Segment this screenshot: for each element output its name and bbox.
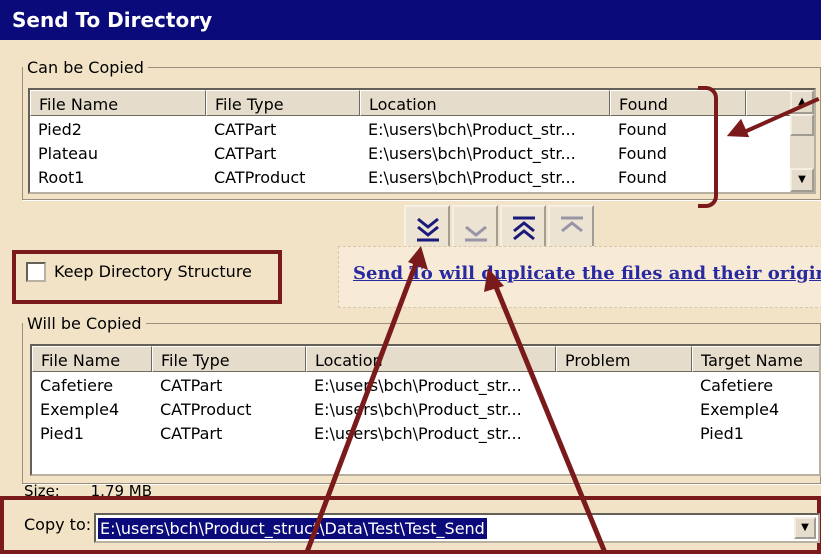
cell-location: E:\users\bch\Product_str... bbox=[368, 120, 576, 139]
list-item[interactable]: Exemple4 CATProduct E:\users\bch\Product… bbox=[32, 398, 819, 422]
keep-directory-structure-label: Keep Directory Structure bbox=[54, 262, 252, 281]
column-header-file-name[interactable]: File Name bbox=[30, 90, 206, 116]
cell-problem bbox=[556, 374, 692, 398]
cell-location: E:\users\bch\Product_str... bbox=[368, 144, 576, 163]
column-header-file-type[interactable]: File Type bbox=[152, 346, 306, 372]
cell-target-name: Exemple4 bbox=[700, 400, 780, 419]
annotation-bracket bbox=[698, 86, 718, 208]
cell-file-type: CATProduct bbox=[214, 168, 306, 187]
cell-target-name: Pied1 bbox=[700, 424, 744, 443]
column-header-found[interactable]: Found bbox=[610, 90, 746, 116]
scroll-thumb[interactable] bbox=[790, 114, 814, 136]
will-be-copied-list[interactable]: File Name File Type Location Problem Tar… bbox=[30, 344, 821, 476]
cell-file-name: Plateau bbox=[38, 144, 98, 163]
copy-to-value[interactable]: E:\users\bch\Product_struct\Data\Test\Te… bbox=[98, 518, 487, 539]
cell-file-name: Exemple4 bbox=[40, 400, 120, 419]
cell-file-type: CATPart bbox=[214, 144, 277, 163]
list-item[interactable]: Pied2 CATPart E:\users\bch\Product_str..… bbox=[30, 118, 814, 142]
list-item[interactable]: Pied1 CATPart E:\users\bch\Product_str..… bbox=[32, 422, 819, 446]
list-item[interactable]: Plateau CATPart E:\users\bch\Product_str… bbox=[30, 142, 814, 166]
copy-to-label: Copy to: bbox=[24, 515, 92, 534]
move-selected-up-button[interactable] bbox=[548, 205, 594, 251]
cell-file-name: Pied1 bbox=[40, 424, 84, 443]
column-header-target-name[interactable]: Target Name bbox=[692, 346, 819, 372]
chevron-down-icon[interactable]: ▼ bbox=[794, 517, 816, 539]
cell-file-type: CATPart bbox=[160, 376, 223, 395]
cell-file-name: Root1 bbox=[38, 168, 85, 187]
cell-file-type: CATPart bbox=[160, 424, 223, 443]
cell-file-name: Pied2 bbox=[38, 120, 82, 139]
column-header-file-type[interactable]: File Type bbox=[206, 90, 360, 116]
column-header-location[interactable]: Location bbox=[306, 346, 556, 372]
column-header-location[interactable]: Location bbox=[360, 90, 610, 116]
cell-location: E:\users\bch\Product_str... bbox=[368, 168, 576, 187]
move-all-up-button[interactable] bbox=[500, 205, 546, 251]
column-header-file-name[interactable]: File Name bbox=[32, 346, 152, 372]
cell-found: Found bbox=[618, 144, 667, 163]
column-header-problem[interactable]: Problem bbox=[556, 346, 692, 372]
cell-file-type: CATProduct bbox=[160, 400, 252, 419]
cell-location: E:\users\bch\Product_str... bbox=[314, 376, 522, 395]
will-be-copied-legend: Will be Copied bbox=[27, 314, 142, 333]
double-chevron-down-icon bbox=[417, 217, 439, 242]
window-title: Send To Directory bbox=[0, 0, 821, 40]
can-be-copied-legend: Can be Copied bbox=[27, 58, 144, 77]
list-item[interactable]: Cafetiere CATPart E:\users\bch\Product_s… bbox=[32, 374, 819, 398]
scroll-down-button[interactable]: ▼ bbox=[790, 168, 814, 192]
cell-problem bbox=[556, 422, 692, 446]
cell-file-type: CATPart bbox=[214, 120, 277, 139]
cell-location: E:\users\bch\Product_str... bbox=[314, 400, 522, 419]
cell-target-name: Cafetiere bbox=[700, 376, 774, 395]
move-selected-down-button[interactable] bbox=[452, 205, 498, 251]
keep-directory-structure-checkbox[interactable] bbox=[26, 262, 46, 282]
cell-problem bbox=[556, 398, 692, 422]
chevron-down-icon bbox=[465, 225, 487, 242]
list-item[interactable]: Root1 CATProduct E:\users\bch\Product_st… bbox=[30, 166, 814, 190]
move-all-down-button[interactable] bbox=[404, 205, 450, 251]
info-link[interactable]: Send To will duplicate the files and the… bbox=[353, 263, 821, 284]
cell-location: E:\users\bch\Product_str... bbox=[314, 424, 522, 443]
copy-to-combobox[interactable]: E:\users\bch\Product_struct\Data\Test\Te… bbox=[94, 513, 820, 543]
info-panel: Send To will duplicate the files and the… bbox=[338, 246, 821, 308]
cell-file-name: Cafetiere bbox=[40, 376, 114, 395]
chevron-up-icon bbox=[561, 216, 583, 233]
double-chevron-up-icon bbox=[513, 216, 535, 241]
cell-found: Found bbox=[618, 168, 667, 187]
